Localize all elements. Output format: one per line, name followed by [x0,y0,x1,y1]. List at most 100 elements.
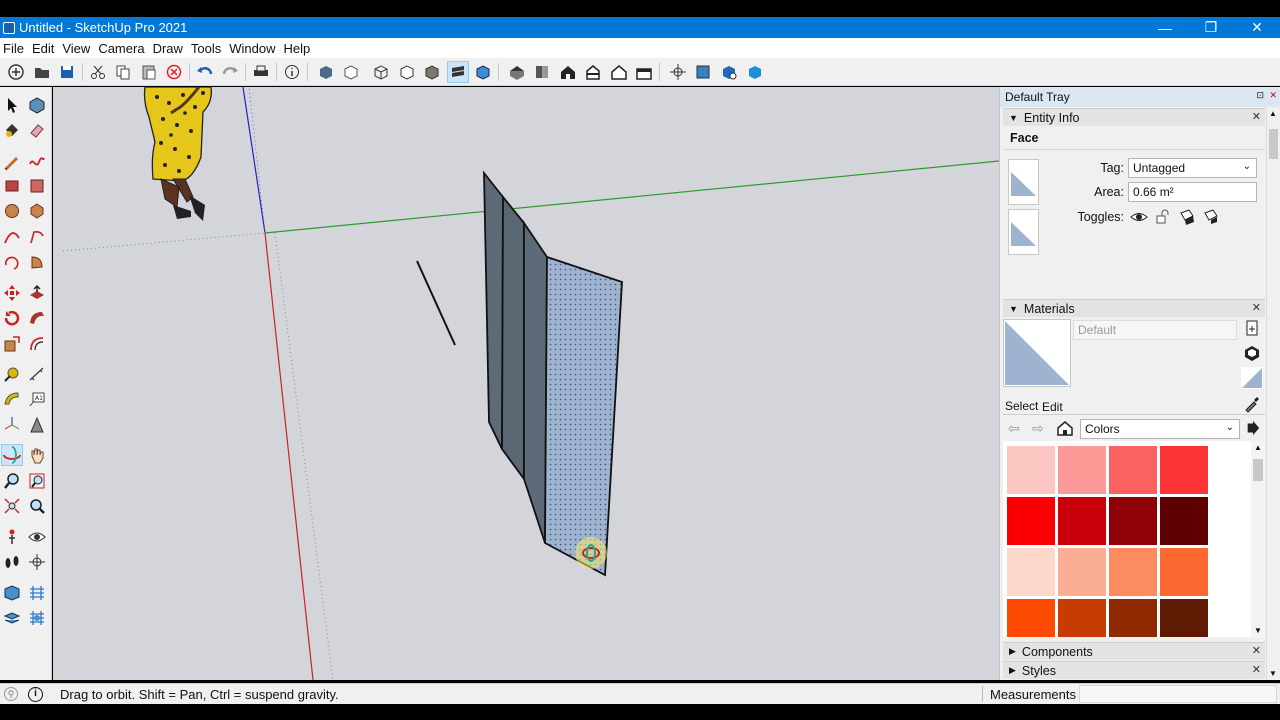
menu-draw[interactable]: Draw [150,41,188,56]
cut-icon[interactable] [87,61,109,83]
color-swatch[interactable] [1007,599,1055,637]
open-folder-icon[interactable] [31,61,53,83]
top-view-icon[interactable] [531,61,553,83]
back-arrow-icon[interactable]: ⇦ [1008,420,1024,436]
push-pull-icon[interactable] [26,282,48,304]
front-material-swatch[interactable] [1008,159,1039,205]
undo-icon[interactable] [194,61,216,83]
edit-tab[interactable]: Edit [1042,400,1063,414]
three-point-arc-icon[interactable] [1,251,23,273]
display-section-planes-icon[interactable] [692,61,714,83]
home-icon[interactable] [1056,419,1074,437]
three-d-text-icon[interactable] [26,414,48,436]
section-plane-icon[interactable] [667,61,689,83]
menu-edit[interactable]: Edit [29,41,59,56]
details-arrow-icon[interactable] [1245,420,1261,436]
default-material-icon[interactable] [1243,344,1261,362]
sandbox-scratch-icon[interactable] [26,582,48,604]
new-file-icon[interactable] [5,61,27,83]
menu-file[interactable]: File [0,41,29,56]
tray-pin-icon[interactable]: ⊡ [1256,90,1264,101]
wireframe-style-icon[interactable] [370,61,392,83]
menu-camera[interactable]: Camera [95,41,149,56]
shaded-textures-style-icon[interactable] [447,61,469,83]
print-icon[interactable] [250,61,272,83]
rotate-icon[interactable] [1,307,23,329]
offset-icon[interactable] [26,333,48,355]
sandbox-contours-icon[interactable] [1,582,23,604]
eraser-icon[interactable] [26,119,48,141]
scale-icon[interactable] [1,333,23,355]
zoom-icon[interactable] [1,470,23,492]
look-around-icon[interactable] [26,526,48,548]
orbit-icon[interactable] [1,444,23,466]
cast-shadows-icon[interactable] [1178,208,1196,226]
move-icon[interactable] [1,282,23,304]
back-view-icon[interactable] [608,61,630,83]
back-edges-style-icon[interactable] [340,61,362,83]
receive-shadows-icon[interactable] [1202,208,1220,226]
menu-view[interactable]: View [59,41,95,56]
entity-info-header[interactable]: ▼ Entity Info ✕ [1003,108,1265,126]
color-swatch[interactable] [1109,548,1157,596]
menu-help[interactable]: Help [281,41,316,56]
arc-icon[interactable] [1,226,23,248]
measurements-input[interactable] [1079,685,1277,703]
back-material-swatch[interactable] [1008,209,1039,255]
components-close-icon[interactable]: ✕ [1252,644,1261,657]
xray-style-icon[interactable] [315,61,337,83]
color-swatch[interactable] [1109,446,1157,494]
hidden-line-style-icon[interactable] [396,61,418,83]
smoove-icon[interactable] [1,607,23,629]
select-tab[interactable]: Select [1005,399,1038,413]
two-point-arc-icon[interactable] [26,226,48,248]
forward-arrow-icon[interactable]: ⇨ [1032,420,1048,436]
entity-info-close-icon[interactable]: ✕ [1252,110,1261,123]
section-plane-tool-icon[interactable] [26,551,48,573]
rotated-rectangle-icon[interactable] [26,175,48,197]
restore-button[interactable]: ❐ [1188,17,1234,38]
color-swatch[interactable] [1160,548,1208,596]
axes-icon[interactable] [1,414,23,436]
display-section-fill-icon[interactable] [744,61,766,83]
color-swatch[interactable] [1058,548,1106,596]
styles-header[interactable]: ▶ Styles ✕ [1003,661,1265,679]
stamp-icon[interactable] [26,607,48,629]
previous-view-icon[interactable] [26,495,48,517]
zoom-window-icon[interactable] [26,470,48,492]
library-dropdown[interactable]: Colors ⌄ [1080,419,1240,439]
tray-close-icon[interactable]: ✕ [1269,90,1277,101]
menu-tools[interactable]: Tools [188,41,226,56]
pie-icon[interactable] [26,251,48,273]
zoom-extents-icon[interactable] [1,495,23,517]
drawing-viewport[interactable] [53,87,999,680]
front-view-icon[interactable] [557,61,579,83]
tag-dropdown[interactable]: Untagged ⌄ [1128,158,1257,178]
text-tool-icon[interactable]: A1 [26,388,48,410]
rectangle-icon[interactable] [1,175,23,197]
follow-me-icon[interactable] [26,307,48,329]
close-button[interactable]: ✕ [1234,17,1280,38]
monochrome-style-icon[interactable] [472,61,494,83]
styles-close-icon[interactable]: ✕ [1252,663,1261,676]
paint-bucket-icon[interactable] [1,119,23,141]
pan-icon[interactable] [26,444,48,466]
color-swatch[interactable] [1007,548,1055,596]
materials-close-icon[interactable]: ✕ [1252,301,1261,314]
material-name-field[interactable]: Default [1073,320,1237,340]
minimize-button[interactable]: — [1142,17,1188,38]
left-view-icon[interactable] [633,61,655,83]
erase-icon[interactable] [163,61,185,83]
lock-icon[interactable] [1154,208,1172,226]
visibility-eye-icon[interactable] [1130,208,1148,226]
color-swatch[interactable] [1160,497,1208,545]
color-swatch[interactable] [1058,497,1106,545]
select-arrow-icon[interactable] [1,94,23,116]
position-camera-icon[interactable] [1,526,23,548]
eyedropper-icon[interactable] [1243,395,1261,413]
create-material-icon[interactable] [1243,319,1261,337]
color-swatch[interactable] [1058,599,1106,637]
copy-icon[interactable] [112,61,134,83]
components-header[interactable]: ▶ Components ✕ [1003,642,1265,660]
save-icon[interactable] [56,61,78,83]
